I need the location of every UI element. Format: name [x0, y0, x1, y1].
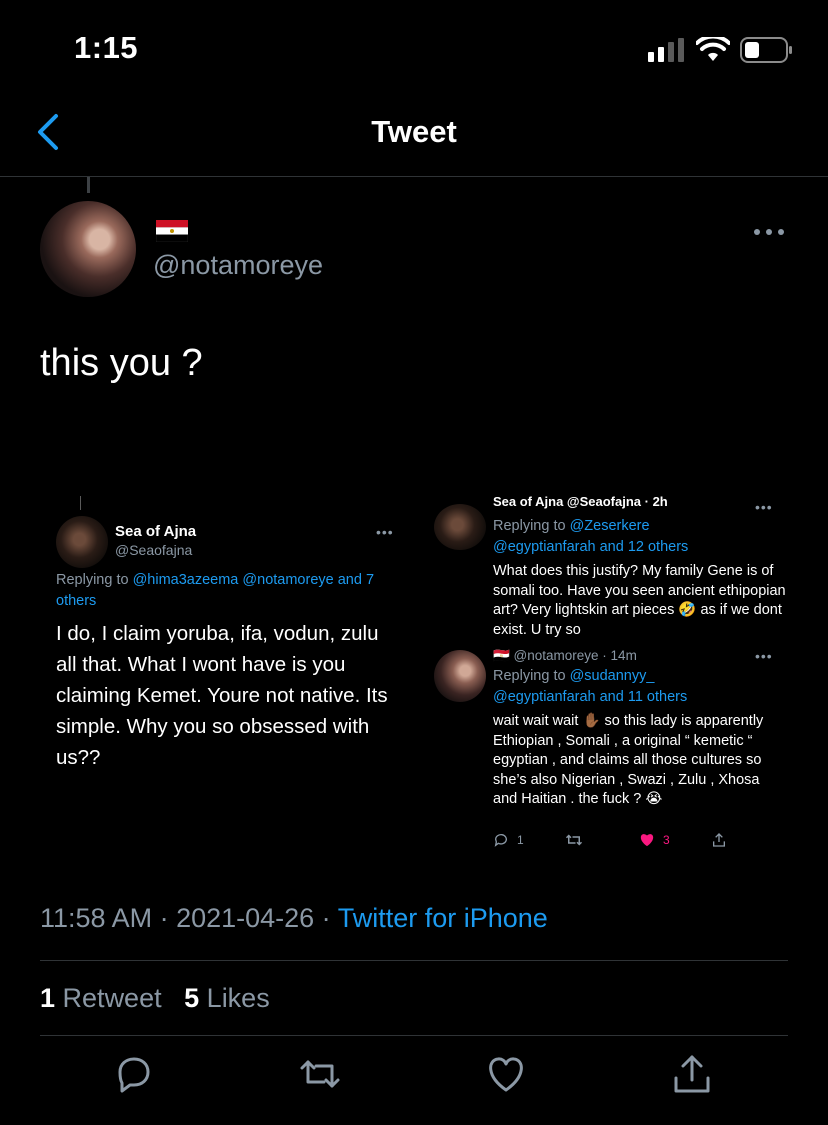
- retweet-icon[interactable]: [298, 1052, 342, 1096]
- replying-mention: @Zeserkere: [569, 518, 650, 534]
- more-icon[interactable]: [752, 222, 786, 242]
- status-icons: [648, 36, 794, 64]
- retweets-stat[interactable]: 1 Retweet: [40, 983, 162, 1013]
- like-icon[interactable]: [484, 1052, 528, 1096]
- timestamp-text: 11:58 AM · 2021-04-26 ·: [40, 903, 338, 933]
- mini-thread-line: [80, 496, 81, 510]
- tweet-media[interactable]: Sea of Ajna @Seaofajna ••• Replying to @…: [40, 490, 788, 870]
- mini-avatar: [56, 516, 108, 568]
- mini-avatar-top: [434, 504, 486, 550]
- mini-tweet-body-bottom: wait wait wait ✋🏾 so this lady is appare…: [493, 713, 764, 807]
- replying-mention: @sudannyy_: [569, 668, 655, 684]
- mini-display-name: Sea of Ajna: [115, 523, 197, 540]
- page-title: Tweet: [371, 114, 457, 149]
- status-time: 1:15: [74, 30, 139, 65]
- author-handle[interactable]: @notamoreye: [153, 250, 323, 281]
- mini-more-icon-bottom: •••: [755, 648, 773, 664]
- mini-more-icon-top: •••: [755, 499, 773, 515]
- tweet-stats: 1 Retweet 5 Likes: [40, 983, 270, 1014]
- like-count: 5: [184, 983, 200, 1013]
- nav-bar: Tweet: [0, 100, 828, 177]
- mini-like-icon: [640, 834, 654, 847]
- mini-share-icon: [713, 833, 725, 847]
- mini-replying-to-top: Replying to @Zeserkere @egyptianfarah an…: [493, 516, 788, 558]
- tweet-action-bar: [0, 1052, 828, 1108]
- mini-header-bottom: 🇪🇬 @notamoreye · 14m: [493, 648, 637, 663]
- retweet-count: 1: [40, 983, 56, 1013]
- tweet-text: this you ?: [40, 342, 203, 384]
- media-image-left[interactable]: Sea of Ajna @Seaofajna ••• Replying to @…: [40, 490, 400, 865]
- share-icon[interactable]: [670, 1052, 714, 1096]
- replying-mentions: @egyptianfarah and 11 others: [493, 689, 688, 705]
- mini-like-count: 3: [663, 832, 670, 847]
- mini-reply-icon: [494, 834, 507, 847]
- mini-share: [711, 832, 727, 848]
- mini-reply-count: 1: [517, 833, 524, 847]
- signal-icon: [648, 38, 684, 62]
- mini-header-top: Sea of Ajna @Seaofajna · 2h: [493, 494, 668, 509]
- battery-icon: [740, 37, 792, 63]
- mini-action-bar: 1 3: [493, 832, 783, 854]
- tweet-source-link[interactable]: Twitter for iPhone: [338, 903, 548, 933]
- mini-tweet-body: I do, I claim yoruba, ifa, vodun, zulu a…: [56, 622, 388, 769]
- retweet-label: Retweet: [62, 983, 162, 1013]
- wifi-icon: [696, 37, 730, 61]
- mini-tweet-body-top: What does this justify? My family Gene i…: [493, 563, 786, 638]
- status-bar: 1:15: [0, 0, 828, 100]
- replying-prefix: Replying to: [493, 518, 570, 534]
- mini-more-icon: •••: [376, 524, 394, 540]
- mini-replying-to-bottom: Replying to @sudannyy_ @egyptianfarah an…: [493, 666, 788, 708]
- avatar[interactable]: [40, 201, 136, 297]
- mini-retweet: [565, 832, 583, 848]
- mini-retweet-icon: [565, 834, 583, 846]
- egypt-flag-emoji: [156, 220, 188, 242]
- media-image-right[interactable]: Sea of Ajna @Seaofajna · 2h ••• Replying…: [428, 490, 788, 865]
- replying-prefix: Replying to: [56, 572, 133, 588]
- thread-connector-line: [87, 177, 90, 193]
- likes-stat[interactable]: 5 Likes: [184, 983, 270, 1013]
- reply-icon[interactable]: [112, 1052, 156, 1096]
- like-label: Likes: [206, 983, 270, 1013]
- tweet-timestamp: 11:58 AM · 2021-04-26 · Twitter for iPho…: [40, 903, 548, 934]
- mini-reply: 1: [493, 832, 524, 848]
- mini-handle: @Seaofajna: [115, 542, 193, 558]
- mini-like: 3: [639, 832, 670, 847]
- divider: [40, 960, 788, 961]
- mini-replying-to: Replying to @hima3azeema @notamoreye and…: [56, 570, 400, 612]
- replying-prefix: Replying to: [493, 668, 570, 684]
- divider: [40, 1035, 788, 1036]
- mini-avatar-bottom: [434, 650, 486, 702]
- replying-mentions: @egyptianfarah and 12 others: [493, 539, 689, 555]
